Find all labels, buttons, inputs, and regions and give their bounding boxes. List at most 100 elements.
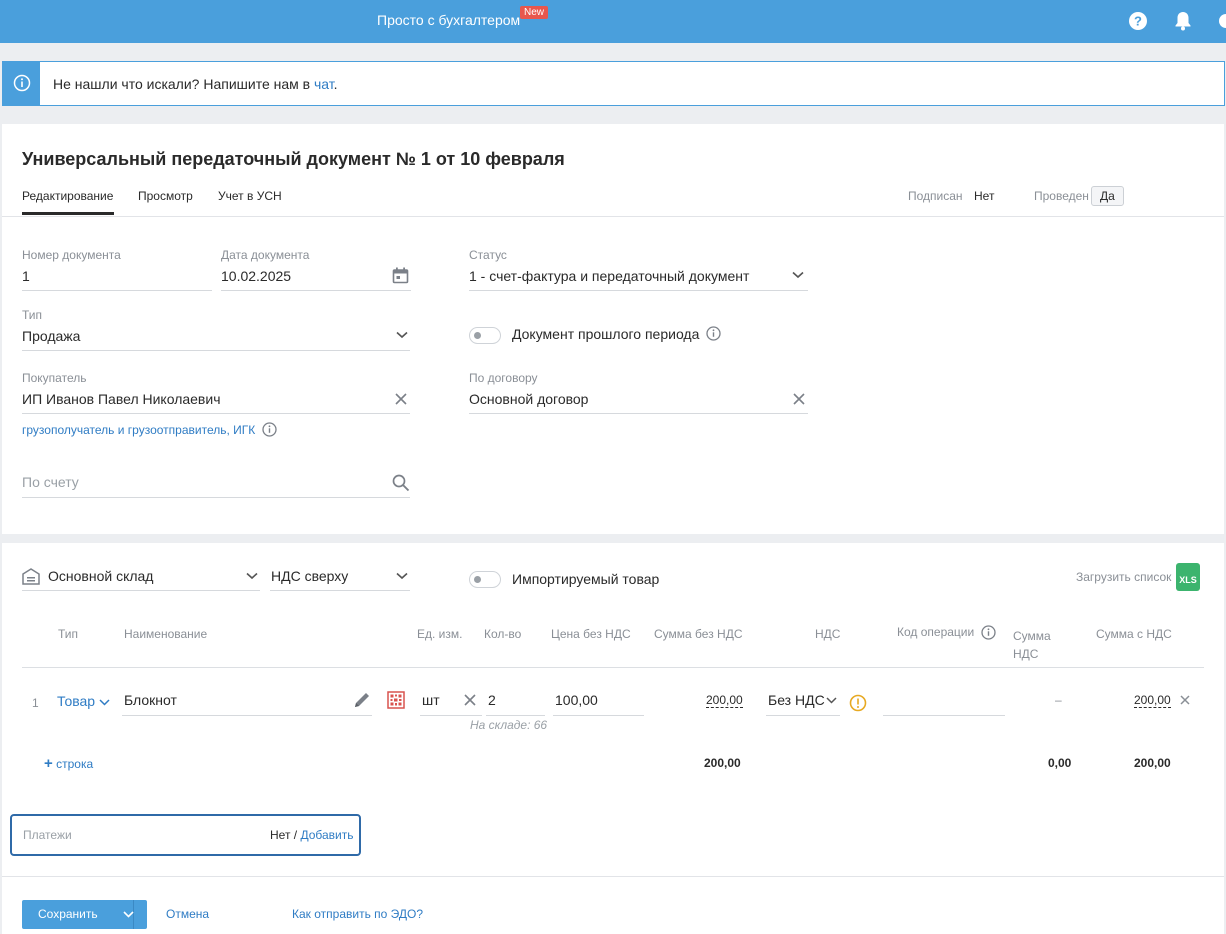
row-vat-select[interactable]: Без НДС [768,692,825,708]
past-period-toggle[interactable] [469,327,501,344]
calendar-icon[interactable] [392,267,409,284]
clear-icon[interactable] [464,694,476,706]
banner-icon-box [3,62,40,105]
clear-icon[interactable] [395,393,407,405]
help-icon[interactable]: ? [1128,11,1148,34]
search-icon[interactable] [392,474,410,492]
status-select[interactable]: 1 - счет-фактура и передаточный документ [469,268,749,284]
col-unit: Ед. изм. [417,627,463,641]
buyer-label: Покупатель [22,371,87,385]
info-icon[interactable] [262,422,277,437]
invoice-search-input[interactable]: По счету [22,474,79,490]
warning-icon[interactable] [849,694,867,712]
marking-code-icon[interactable] [387,691,405,709]
contract-input[interactable]: Основной договор [469,391,588,407]
add-payment-link[interactable]: Добавить [300,828,353,842]
tab-view[interactable]: Просмотр [138,189,193,203]
doc-date-input[interactable]: 10.02.2025 [221,268,291,284]
payments-value: Нет / Добавить [270,828,354,842]
col-vat: НДС [815,627,841,641]
vat-mode-underline [270,590,410,591]
row-op-code-underline[interactable] [883,715,1005,716]
imported-label: Импортируемый товар [512,571,660,587]
doc-date-underline [221,290,411,291]
doc-number-input[interactable]: 1 [22,268,30,284]
type-label: Тип [22,308,43,322]
row-number: 1 [32,696,39,710]
invoice-underline [22,497,410,498]
banner-text: Не нашли что искали? Напишите нам в чат. [53,76,338,92]
col-type: Тип [58,627,79,641]
footer-bar [2,876,1224,934]
delete-row-icon[interactable] [1180,695,1190,705]
new-badge: New [520,6,549,19]
chevron-down-icon[interactable] [792,271,804,279]
imported-toggle[interactable] [469,571,501,588]
top-bar [0,0,1226,43]
col-vat-sum: Сумма НДС [1013,629,1051,661]
row-unit-input[interactable]: шт [422,692,440,708]
chevron-down-icon[interactable] [99,699,110,706]
posted-label: Проведен [1034,189,1089,203]
past-period-label: Документ прошлого периода [512,326,700,342]
row-stock-hint: На складе: 66 [470,718,548,732]
total-with-vat: 200,00 [1134,756,1171,770]
col-price: Цена без НДС [551,627,631,641]
add-row-button[interactable]: + строка [44,755,93,772]
info-banner: Не нашли что искали? Напишите нам в чат. [2,61,1225,106]
page-title: Универсальный передаточный документ № 1 … [22,149,565,169]
status-underline [469,290,808,291]
cancel-button[interactable]: Отмена [166,907,209,921]
svg-text:?: ? [1134,14,1142,29]
row-qty-underline [486,715,545,716]
edo-help-link[interactable]: Как отправить по ЭДО? [292,907,423,921]
chevron-down-icon[interactable] [246,572,258,580]
posted-toggle[interactable]: Да [1091,186,1124,206]
info-icon[interactable] [981,625,996,640]
info-icon [13,74,31,92]
signed-toggle[interactable]: Нет [974,189,994,203]
warehouse-select[interactable]: Основной склад [48,568,153,584]
xls-icon[interactable]: XLS [1176,563,1200,591]
chevron-down-icon[interactable] [396,572,408,580]
col-sum: Сумма без НДС [654,627,743,641]
row-total-value[interactable]: 200,00 [1134,693,1171,708]
row-unit-underline [420,715,482,716]
row-vat-sum-value: – [1055,693,1062,707]
save-button[interactable]: Сохранить [22,900,147,929]
buyer-input[interactable]: ИП Иванов Павел Николаевич [22,391,220,407]
contract-underline [469,413,808,414]
bell-icon[interactable] [1174,11,1192,34]
clear-icon[interactable] [793,393,805,405]
type-underline [22,350,410,351]
consignee-link[interactable]: грузополучатель и грузоотправитель, ИГК [22,423,255,437]
info-icon[interactable] [706,326,721,341]
doc-number-underline [22,290,212,291]
row-name-input[interactable]: Блокнот [124,692,177,708]
chat-link[interactable]: чат [314,76,334,92]
type-select[interactable]: Продажа [22,328,80,344]
row-price-underline [553,715,644,716]
row-qty-input[interactable]: 2 [488,692,496,708]
tab-edit[interactable]: Редактирование [22,189,113,203]
col-name: Наименование [124,627,208,641]
signed-label: Подписан [908,189,963,203]
warehouse-icon [22,568,40,585]
upload-list-link[interactable]: Загрузить список [1076,570,1171,584]
chevron-down-icon[interactable] [123,911,134,918]
contract-label: По договору [469,371,538,385]
brand-title[interactable]: Просто с бухгалтером [377,12,520,28]
vat-mode-select[interactable]: НДС сверху [271,568,348,584]
chevron-down-icon[interactable] [396,331,408,339]
row-name-underline [122,715,372,716]
settings-icon[interactable] [1218,11,1226,34]
doc-number-label: Номер документа [22,248,121,262]
pencil-icon[interactable] [352,690,372,710]
tab-usn[interactable]: Учет в УСН [218,189,282,203]
col-op-code: Код операции [897,625,975,639]
row-sum-value[interactable]: 200,00 [706,693,743,708]
row-type-select[interactable]: Товар [57,693,95,709]
chevron-down-icon[interactable] [826,697,837,704]
row-price-input[interactable]: 100,00 [555,692,598,708]
col-total: Сумма с НДС [1096,627,1172,641]
